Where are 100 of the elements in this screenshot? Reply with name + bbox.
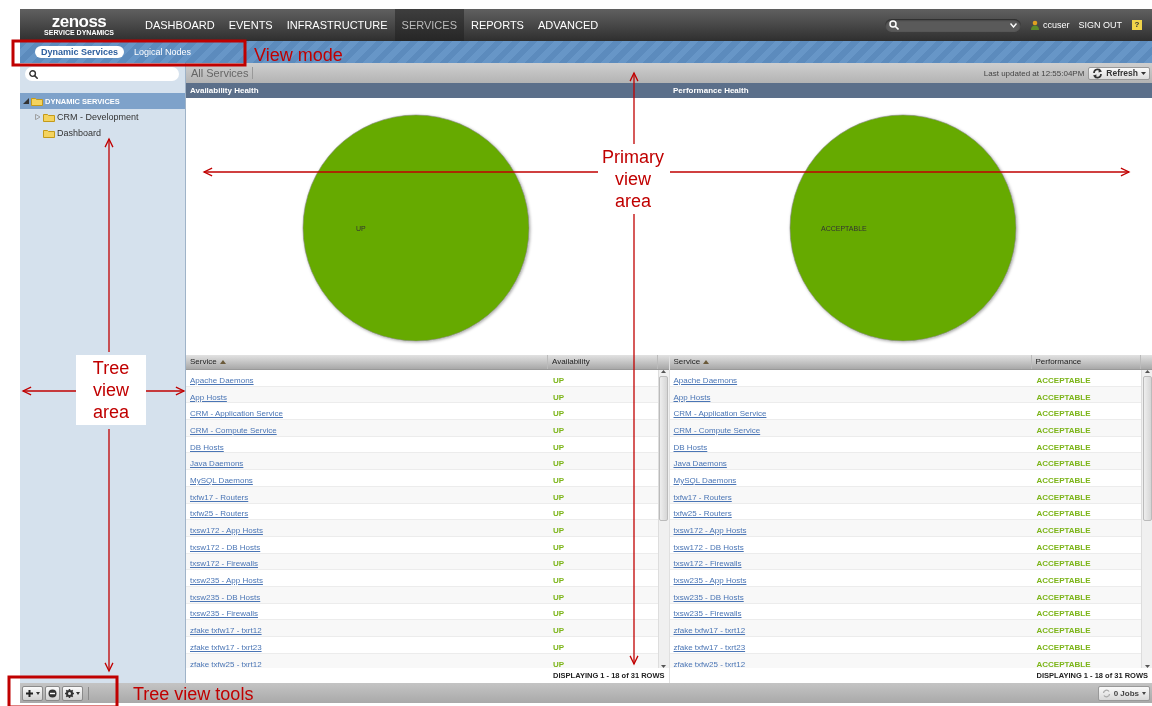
tool-button[interactable] (62, 685, 83, 701)
service-link[interactable]: txsw235 - DB Hosts (669, 592, 744, 602)
scroll-up-arrow-icon (661, 370, 666, 373)
scrollbar[interactable] (657, 370, 669, 668)
view-mode-tab[interactable]: Logical Nodes (128, 46, 198, 58)
view-mode-tab[interactable]: Dynamic Services (35, 46, 125, 58)
service-link[interactable]: txsw235 - Firewalls (186, 609, 258, 619)
service-link[interactable]: CRM - Compute Service (669, 425, 761, 435)
annotation-arrow (21, 386, 77, 396)
status-text: UP (552, 642, 565, 652)
service-link[interactable]: MySQL Daemons (186, 475, 253, 485)
annotation-label: View mode (254, 44, 343, 66)
service-link[interactable]: txsw235 - App Hosts (669, 576, 747, 586)
status-text: UP (552, 576, 565, 586)
nav-tab[interactable]: ADVANCED (530, 9, 606, 41)
service-link[interactable]: CRM - Compute Service (186, 425, 277, 435)
view-title: All Services (191, 67, 254, 79)
service-link[interactable]: zfake txfw17 - txrt23 (186, 642, 262, 652)
status-text: ACCEPTABLE (1035, 609, 1091, 619)
folder-icon (43, 128, 55, 138)
service-link[interactable]: txfw17 - Routers (669, 492, 732, 502)
nav-tab[interactable]: DASHBOARD (138, 9, 222, 41)
annotation-label: Tree view tools (133, 683, 254, 705)
folder-icon (31, 96, 43, 106)
service-link[interactable]: txfw25 - Routers (186, 509, 249, 519)
status-text: ACCEPTABLE (1035, 475, 1091, 485)
column-header[interactable]: Service (186, 355, 548, 369)
nav-tab[interactable]: REPORTS (464, 9, 531, 41)
status-text: ACCEPTABLE (1035, 375, 1091, 385)
service-link[interactable]: txsw235 - DB Hosts (186, 592, 261, 602)
expand-triangle-icon (35, 114, 41, 120)
gear-icon (65, 688, 74, 698)
search-icon (888, 20, 899, 30)
service-link[interactable]: CRM - Application Service (669, 409, 767, 419)
status-text: UP (552, 526, 565, 536)
service-link[interactable]: DB Hosts (186, 442, 224, 452)
status-text: UP (552, 375, 565, 385)
status-text: UP (552, 659, 565, 668)
sign-out-link[interactable]: SIGN OUT (1078, 20, 1122, 30)
panel-title: Performance Health (672, 85, 750, 97)
service-link[interactable]: txsw172 - DB Hosts (186, 542, 261, 552)
service-link[interactable]: zfake txfw25 - txrt12 (186, 659, 262, 668)
service-link[interactable]: txsw172 - DB Hosts (669, 542, 744, 552)
jobs-button[interactable]: 0 Jobs (1097, 685, 1150, 701)
service-link[interactable]: zfake txfw17 - txrt12 (186, 626, 262, 636)
last-updated-text: Last updated at 12:55:04PM (983, 68, 1085, 78)
tool-button[interactable] (45, 685, 60, 701)
service-link[interactable]: zfake txfw17 - txrt23 (669, 642, 746, 652)
column-header[interactable]: Service (669, 355, 1032, 369)
minus-circle-icon (48, 688, 57, 698)
search-field[interactable] (25, 67, 179, 81)
service-link[interactable]: App Hosts (186, 392, 227, 402)
service-link[interactable]: Java Daemons (669, 459, 727, 469)
refresh-button[interactable]: Refresh (1088, 66, 1150, 80)
service-link[interactable]: CRM - Application Service (186, 409, 283, 419)
service-link[interactable]: txsw172 - Firewalls (186, 559, 258, 569)
service-link[interactable]: txsw235 - Firewalls (669, 609, 742, 619)
caret-icon (1142, 691, 1146, 695)
status-text: ACCEPTABLE (1035, 592, 1091, 602)
refresh-icon (1092, 67, 1104, 79)
scroll-up-arrow-icon (1144, 370, 1150, 373)
service-link[interactable]: Java Daemons (186, 459, 244, 469)
nav-tab[interactable]: EVENTS (221, 9, 280, 41)
status-text: ACCEPTABLE (1035, 392, 1091, 402)
search-icon (29, 69, 38, 79)
status-text: ACCEPTABLE (1035, 509, 1091, 519)
column-header[interactable]: Performance (1031, 355, 1141, 369)
nav-tab[interactable]: SERVICES (394, 9, 464, 41)
service-link[interactable]: txfw17 - Routers (186, 492, 249, 502)
column-header[interactable]: Availability (548, 355, 658, 369)
status-text: UP (552, 609, 565, 619)
service-link[interactable]: txfw25 - Routers (669, 509, 732, 519)
user-name[interactable]: ccuser (1042, 20, 1070, 30)
scrollbar[interactable] (1141, 370, 1152, 668)
service-link[interactable]: App Hosts (669, 392, 711, 402)
service-link[interactable]: zfake txfw25 - txrt12 (669, 659, 746, 668)
tree-item[interactable]: CRM - Development (20, 109, 185, 125)
service-link[interactable]: zfake txfw17 - txrt12 (669, 626, 746, 636)
status-text: ACCEPTABLE (1035, 542, 1091, 552)
status-text: UP (552, 459, 565, 469)
search-field[interactable] (884, 18, 1021, 32)
nav-tab[interactable]: INFRASTRUCTURE (279, 9, 395, 41)
tool-button[interactable] (22, 685, 43, 701)
service-link[interactable]: txsw172 - Firewalls (669, 559, 742, 569)
status-text: ACCEPTABLE (1035, 576, 1091, 586)
service-link[interactable]: txsw172 - App Hosts (186, 526, 263, 536)
status-text: UP (552, 442, 565, 452)
service-link[interactable]: txsw172 - App Hosts (669, 526, 747, 536)
service-link[interactable]: MySQL Daemons (669, 475, 737, 485)
folder-icon (43, 112, 55, 122)
service-link[interactable]: DB Hosts (669, 442, 708, 452)
service-link[interactable]: txsw235 - App Hosts (186, 576, 263, 586)
status-text: UP (552, 425, 565, 435)
scroll-down-arrow-icon (661, 665, 666, 668)
tree-item[interactable]: Dashboard (20, 125, 185, 141)
caret-icon (76, 691, 80, 695)
service-link[interactable]: Apache Daemons (186, 375, 254, 385)
status-text: ACCEPTABLE (1035, 459, 1091, 469)
help-button[interactable]: ? (1132, 20, 1142, 30)
service-link[interactable]: Apache Daemons (669, 375, 738, 385)
